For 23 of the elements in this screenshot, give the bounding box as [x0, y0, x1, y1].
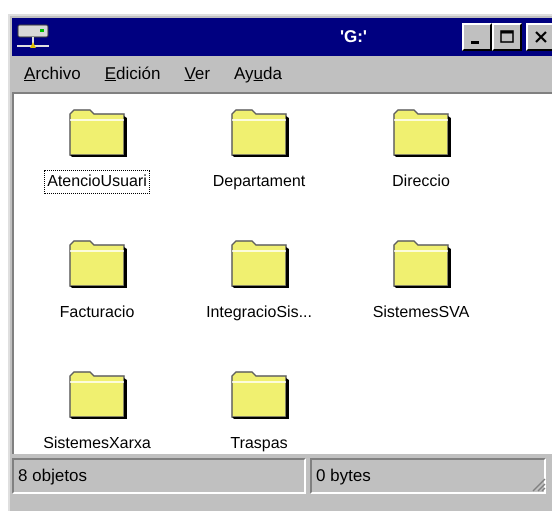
close-button[interactable]	[526, 23, 552, 51]
folder-label[interactable]: SistemesXarxa	[40, 432, 154, 456]
minimize-icon	[471, 40, 479, 44]
maximize-icon	[499, 30, 515, 44]
folder-label[interactable]: SistemesSVA	[370, 301, 472, 325]
folder-label[interactable]: Facturacio	[56, 301, 138, 325]
status-panel: 8 objetos	[12, 458, 306, 494]
folder-label[interactable]: IntegracioSis...	[203, 301, 315, 325]
window-title: 'G:'	[340, 27, 368, 47]
minimize-button[interactable]	[462, 23, 492, 51]
folder-label[interactable]: Departament	[210, 170, 308, 194]
folder-label[interactable]: AtencioUsuari	[44, 170, 150, 194]
maximize-button[interactable]	[492, 23, 522, 51]
folder-label[interactable]: Direccio	[389, 170, 453, 194]
close-icon	[533, 30, 549, 44]
menu-item[interactable]: Ver	[184, 64, 210, 84]
resize-grip-icon[interactable]	[530, 476, 546, 492]
menu-item[interactable]: Edición	[104, 64, 160, 84]
network-drive-icon	[16, 24, 50, 50]
folder-label[interactable]: Traspas	[227, 432, 291, 456]
menu-item[interactable]: Ayuda	[234, 64, 282, 84]
status-panel: 0 bytes	[310, 458, 546, 494]
menu-item[interactable]: Archivo	[24, 64, 81, 84]
